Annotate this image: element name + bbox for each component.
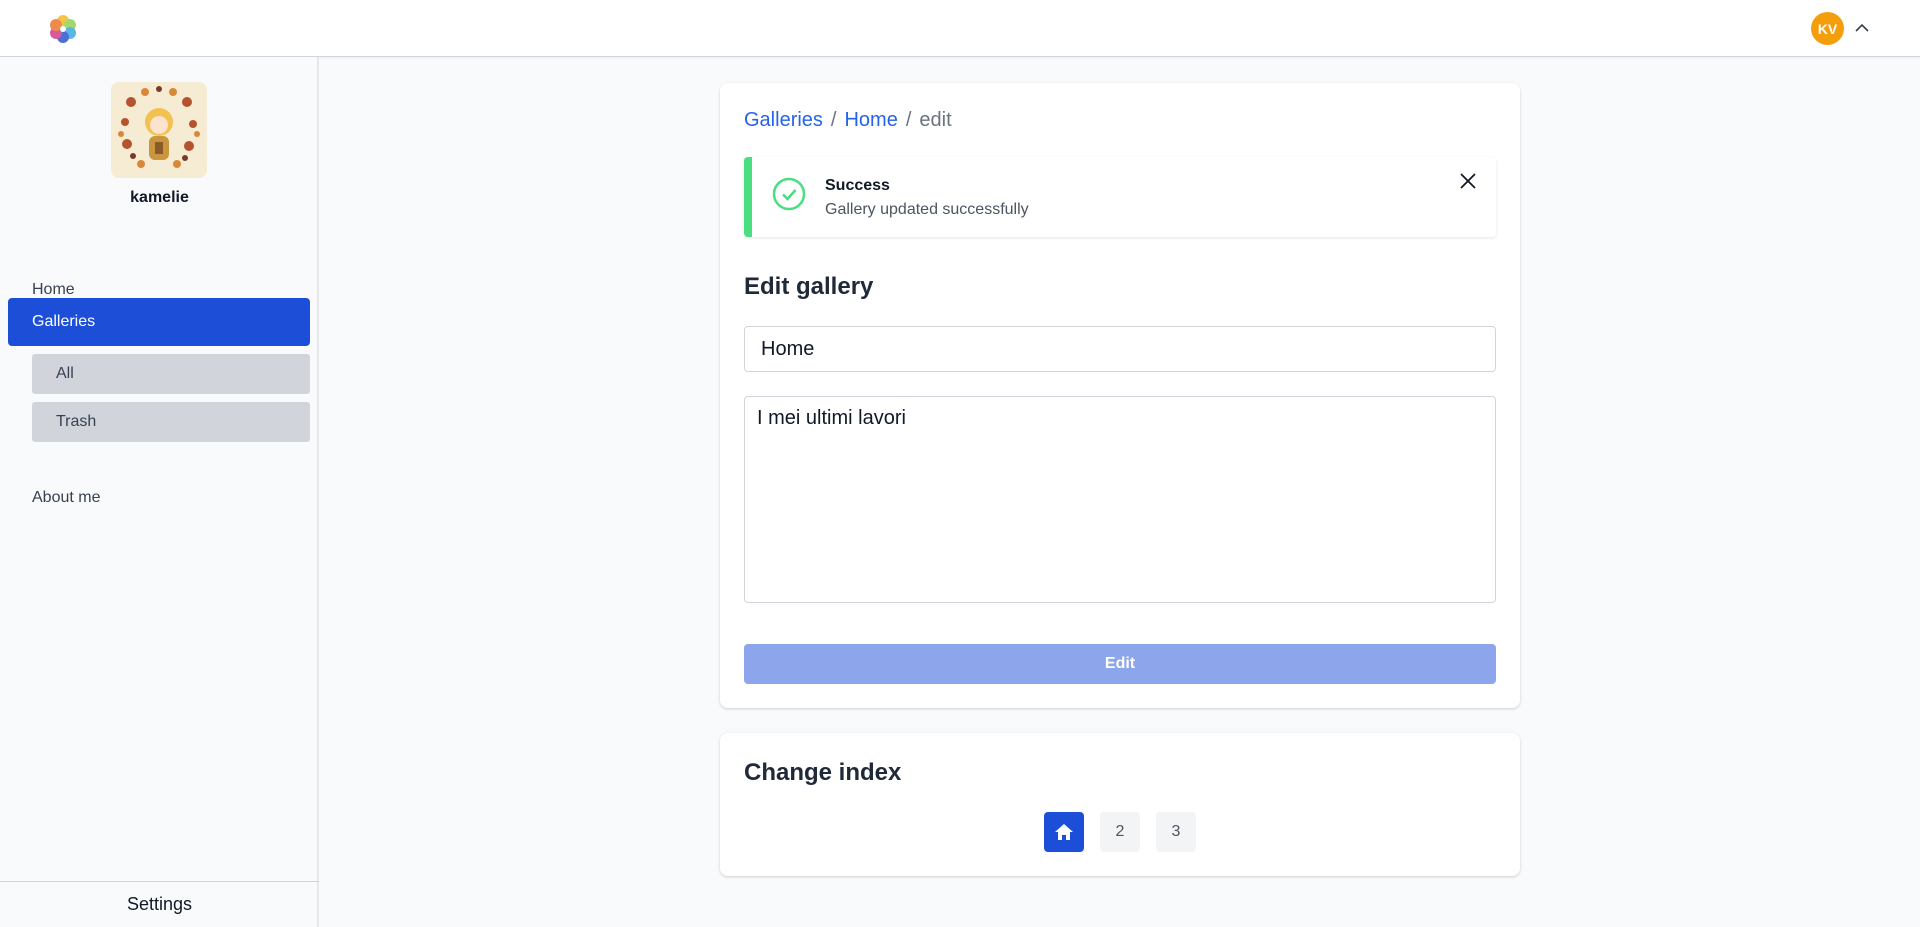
sidebar-subitem-trash[interactable]: Trash xyxy=(32,402,310,442)
breadcrumb-galleries-link[interactable]: Galleries xyxy=(744,109,823,132)
pinwheel-logo-icon[interactable] xyxy=(45,11,81,47)
home-icon xyxy=(1055,824,1073,840)
page-button-3[interactable]: 3 xyxy=(1156,812,1196,852)
alert-title: Success xyxy=(825,177,890,194)
change-index-card: Change index 2 3 xyxy=(720,733,1520,876)
edit-gallery-card: Galleries / Home / edit Success Gallery … xyxy=(720,83,1520,708)
breadcrumb: Galleries / Home / edit xyxy=(744,109,952,132)
user-avatar[interactable]: KV xyxy=(1811,12,1844,45)
chevron-up-icon[interactable] xyxy=(1852,18,1872,38)
sidebar-item-label: All xyxy=(56,365,74,382)
settings-button[interactable]: Settings xyxy=(0,881,319,927)
check-circle-icon xyxy=(772,177,806,211)
breadcrumb-separator: / xyxy=(905,109,912,131)
change-index-title: Change index xyxy=(744,759,902,786)
gallery-description-textarea[interactable]: I mei ultimi lavori xyxy=(744,396,1496,603)
breadcrumb-home-link[interactable]: Home xyxy=(844,109,897,132)
breadcrumb-current: edit xyxy=(919,109,952,131)
alert-message: Gallery updated successfully xyxy=(825,201,1029,218)
page-home-button[interactable] xyxy=(1044,812,1084,852)
sidebar-item-label: Home xyxy=(32,281,75,298)
breadcrumb-separator: / xyxy=(830,109,837,131)
success-alert: Success Gallery updated successfully xyxy=(744,157,1496,237)
sidebar-item-galleries[interactable]: Galleries xyxy=(8,298,310,346)
page-button-2[interactable]: 2 xyxy=(1100,812,1140,852)
username: kamelie xyxy=(130,189,189,206)
close-icon[interactable] xyxy=(1458,171,1478,191)
sidebar-item-about-me[interactable]: About me xyxy=(8,474,310,522)
sidebar-item-label: Galleries xyxy=(32,313,96,330)
gallery-name-input[interactable] xyxy=(744,326,1496,372)
sidebar-item-label: About me xyxy=(32,489,101,506)
edit-button[interactable]: Edit xyxy=(744,644,1496,684)
pagination: 2 3 xyxy=(720,812,1520,852)
profile-picture xyxy=(111,82,207,178)
sidebar-item-label: Trash xyxy=(56,413,97,430)
sidebar-subitem-all[interactable]: All xyxy=(32,354,310,394)
sidebar: kamelie Home Galleries All Trash About m… xyxy=(0,57,319,927)
edit-gallery-title: Edit gallery xyxy=(744,273,874,300)
top-bar: KV xyxy=(0,0,1920,57)
